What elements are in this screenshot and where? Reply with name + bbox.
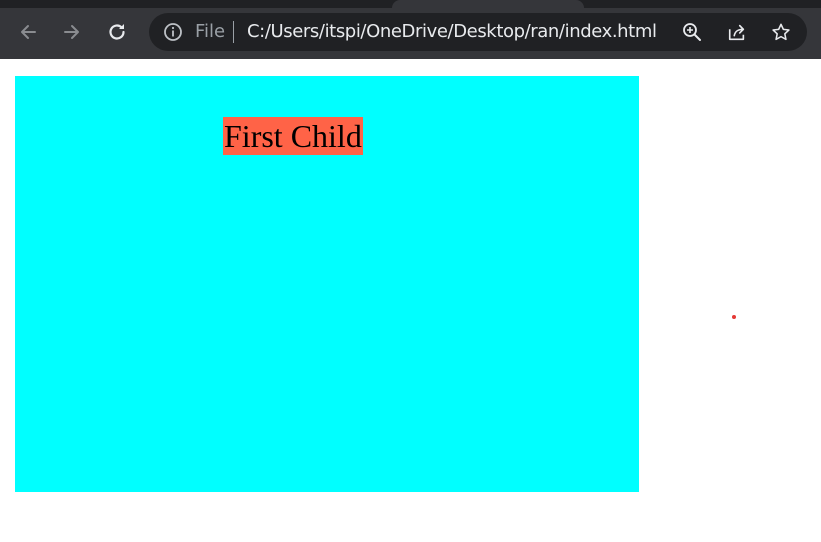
arrow-right-icon (61, 21, 83, 43)
address-url[interactable]: C:/Users/itspi/OneDrive/Desktop/ran/inde… (247, 21, 657, 43)
active-tab[interactable] (392, 0, 584, 8)
share-icon[interactable] (727, 22, 747, 42)
star-icon[interactable] (771, 22, 791, 42)
info-icon[interactable] (163, 22, 183, 42)
parent-box: First Child (15, 76, 639, 492)
zoom-in-icon[interactable] (682, 22, 702, 42)
address-separator (233, 21, 234, 43)
tab-strip (0, 0, 821, 8)
first-child-box: First Child (223, 117, 363, 155)
forward-button[interactable] (57, 17, 87, 47)
address-bar[interactable]: File C:/Users/itspi/OneDrive/Desktop/ran… (149, 13, 807, 51)
back-button[interactable] (13, 17, 43, 47)
reload-button[interactable] (102, 17, 132, 47)
browser-toolbar: File C:/Users/itspi/OneDrive/Desktop/ran… (0, 0, 821, 59)
address-scheme: File (195, 21, 226, 42)
page-viewport: First Child (0, 59, 821, 542)
arrow-left-icon (17, 21, 39, 43)
red-dot (732, 315, 736, 319)
reload-icon (106, 21, 128, 43)
